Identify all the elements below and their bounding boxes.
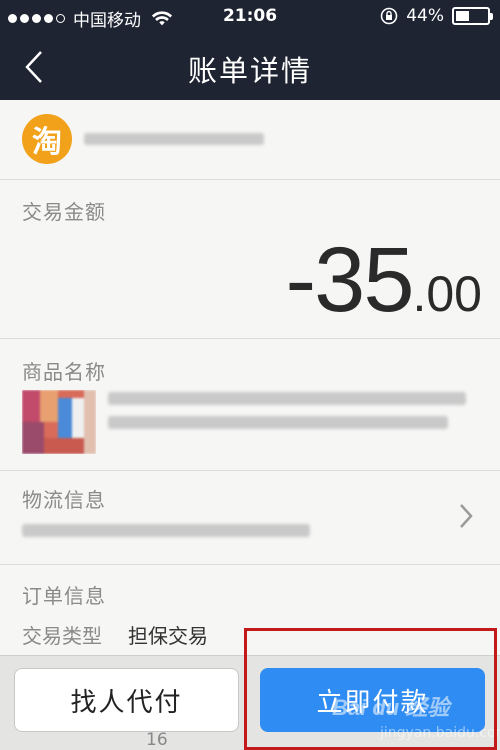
merchant-name-redacted <box>84 133 264 145</box>
product-thumbnail <box>22 390 96 454</box>
product-label: 商品名称 <box>22 360 106 384</box>
divider <box>0 564 500 565</box>
logistics-label: 物流信息 <box>22 488 106 512</box>
divider <box>0 338 500 339</box>
product-name-redacted <box>108 392 466 405</box>
battery-icon <box>452 7 493 25</box>
nav-bar: 账单详情 <box>0 34 500 100</box>
amount-integer: -35 <box>285 229 415 331</box>
bill-detail-content: 淘 交易金额 -35.00 商品名称 物流信息 订单信息 交易类型 担保交易 <box>0 100 500 655</box>
order-type-value: 担保交易 <box>128 624 208 648</box>
battery-fill <box>456 11 470 21</box>
amount-label: 交易金额 <box>22 200 106 224</box>
watermark-site: jingyan.baidu.com <box>380 725 500 741</box>
transaction-amount: -35.00 <box>286 228 482 333</box>
order-type-row: 交易类型 担保交易 <box>22 620 208 649</box>
order-info-label: 订单信息 <box>22 584 106 608</box>
logistics-info-redacted[interactable] <box>22 524 310 537</box>
battery-percent: 44% <box>406 6 444 26</box>
merchant-row: 淘 <box>0 100 500 180</box>
amount-decimal: .00 <box>412 266 482 322</box>
status-bar: 中国移动 21:06 44% <box>0 0 500 34</box>
peer-pay-button[interactable]: 找人代付 <box>14 668 239 732</box>
footer-peek: 16 <box>146 730 168 750</box>
status-right: 44% <box>380 6 493 26</box>
rotation-lock-icon <box>380 7 398 25</box>
order-type-key: 交易类型 <box>22 624 102 648</box>
page-title: 账单详情 <box>187 54 312 88</box>
product-name-redacted <box>108 416 448 429</box>
watermark-brand: Bai du 经验 <box>332 695 450 720</box>
taobao-logo: 淘 <box>22 114 72 164</box>
chevron-right-icon[interactable] <box>458 502 474 530</box>
divider <box>0 470 500 471</box>
product-image <box>22 390 96 454</box>
